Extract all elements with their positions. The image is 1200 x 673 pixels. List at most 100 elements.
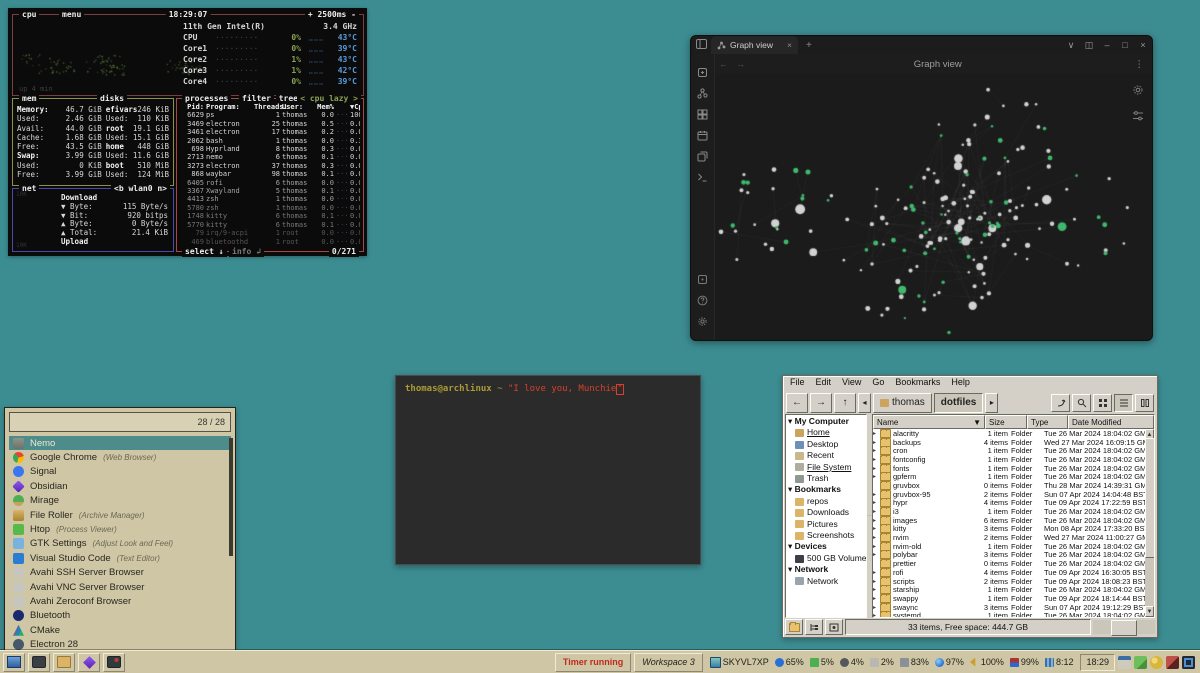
process-row[interactable]: 698Hyprland8thomas0.3····0.0 [180,145,360,153]
dual-pane-button[interactable] [1135,394,1154,412]
expander-icon[interactable]: ▸ [873,473,878,480]
scroll-down-icon[interactable]: ▼ [1145,606,1154,617]
sidebar-item-desktop[interactable]: Desktop [788,439,866,450]
process-row[interactable]: 5780zsh1thomas0.0····0.0 [180,204,360,212]
workspace-indicator[interactable]: Workspace 3 [634,653,703,672]
process-row[interactable]: 2062bash1thomas0.0····0.3 [180,137,360,145]
menu-item-visual-studio-code[interactable]: Visual Studio Code(Text Editor) [9,551,231,565]
stat-disk[interactable]: 83% [900,657,929,667]
forward-button[interactable]: → [810,393,832,413]
process-row[interactable]: 469bluetoothd1root0.0····0.0 [180,238,360,246]
list-view-button[interactable] [1114,394,1133,412]
file-row[interactable]: ▸systemd1 itemFolderTue 26 Mar 2024 18:0… [873,611,1145,617]
tab-menu[interactable]: menu [59,9,84,20]
sidebar-item-file-system[interactable]: File System [788,462,866,473]
process-row[interactable]: 3469electron25thomas0.5····0.0 [180,120,360,128]
stat-ram[interactable]: 2% [870,657,894,667]
file-manager-window[interactable]: FileEditViewGoBookmarksHelp ← → ↑ ◂ thom… [782,375,1158,638]
stat-globe[interactable]: 97% [935,657,964,667]
stat-netgraph[interactable]: 8:12 [1045,657,1074,667]
expander-icon[interactable]: ▸ [873,543,878,550]
process-row[interactable]: 3461electron17thomas0.2····0.0 [180,128,360,136]
maximize-button[interactable]: □ [1116,40,1134,50]
expander-icon[interactable]: ▸ [873,447,878,454]
refresh-interval-control[interactable]: + 2500ms - [305,9,359,20]
process-row[interactable]: 1748kitty6thomas0.1····0.0 [180,212,360,220]
breadcrumb-scroll-left-button[interactable]: ◂ [858,393,871,413]
sidebar-item-recent[interactable]: Recent [788,450,866,461]
menu-help[interactable]: Help [946,377,975,390]
file-row[interactable]: ▸rofi4 itemsFolderTue 09 Apr 2024 16:30:… [873,568,1145,577]
breadcrumb-home[interactable]: thomas [873,393,932,413]
menu-view[interactable]: View [837,377,866,390]
tray-window-icon[interactable] [1118,656,1131,669]
vertical-scrollbar[interactable]: ▲ ▼ [1145,429,1154,617]
column-header-date-modified[interactable]: Date Modified [1068,415,1154,429]
expander-icon[interactable]: ▸ [873,456,878,463]
sidebar-item-trash[interactable]: Trash [788,473,866,484]
help-icon[interactable] [697,295,708,306]
forward-icon[interactable]: → [732,59,749,69]
quick-switcher-icon[interactable] [697,67,708,78]
menu-item-htop[interactable]: Htop(Process Viewer) [9,522,231,536]
expander-icon[interactable]: ▸ [873,551,878,558]
taskbar-clock[interactable]: 18:29 [1080,654,1115,671]
graph-filters-icon[interactable] [1132,110,1144,122]
expander-icon[interactable]: ▸ [873,439,878,446]
file-row[interactable]: ▸nvim2 itemsFolderWed 27 Mar 2024 11:00:… [873,533,1145,542]
menu-bookmarks[interactable]: Bookmarks [890,377,945,390]
scrollbar-thumb[interactable] [1145,438,1155,558]
hscrollbar-thumb[interactable] [1111,620,1137,636]
expander-icon[interactable]: ▸ [873,612,878,617]
process-row[interactable]: 868waybar98thomas0.1····0.0 [180,170,360,178]
expander-icon[interactable]: ▸ [873,595,878,602]
menu-item-google-chrome[interactable]: Google Chrome(Web Browser) [9,450,231,464]
file-row[interactable]: ▸polybar3 itemsFolderTue 26 Mar 2024 18:… [873,551,1145,560]
directory-tree-button[interactable] [805,619,823,635]
tab-graph-view[interactable]: Graph view × [711,36,798,54]
file-row[interactable]: ▸hypr4 itemsFolderTue 09 Apr 2024 17:22:… [873,499,1145,508]
tray-keys-icon[interactable] [1150,656,1163,669]
stat-network-id[interactable]: SKYVL7XP [710,657,769,668]
expander-icon[interactable]: ▸ [873,465,878,472]
stat-battery[interactable]: 5% [810,657,834,667]
tray-red-app-icon[interactable] [1166,656,1179,669]
expander-icon[interactable]: ▸ [873,525,878,532]
obsidian-window[interactable]: Graph view × + ∨ ◫ – □ × [690,35,1153,341]
sidebar-section-my-computer[interactable]: ▾ My Computer [788,416,866,427]
settings-icon[interactable] [697,316,708,327]
file-row[interactable]: ▸fonts1 itemFolderTue 26 Mar 2024 18:04:… [873,464,1145,473]
expander-icon[interactable]: ▸ [873,517,878,524]
file-row[interactable]: ▸alacritty1 itemFolderTue 26 Mar 2024 18… [873,429,1145,438]
sidebar-item-500-gb-volume[interactable]: 500 GB Volume [788,553,866,564]
expander-icon[interactable]: ▸ [873,508,878,515]
process-row[interactable]: 79irq/9-acpi1root0.0····0.0 [180,229,360,237]
file-manager-launcher-button[interactable] [53,653,75,672]
expander-icon[interactable]: ▸ [873,569,878,576]
terminal-window[interactable]: thomas@archlinux ~ "I love you, Munchie" [395,375,701,565]
search-input[interactable]: 28 / 28 [9,412,231,432]
obsidian-titlebar[interactable]: Graph view × + ∨ ◫ – □ × [691,36,1152,54]
places-pane-button[interactable] [785,619,803,635]
app-launcher-menu[interactable]: 28 / 28 NemoGoogle Chrome(Web Browser)Si… [4,407,236,652]
menu-item-avahi-zeroconf-browser[interactable]: Avahi Zeroconf Browser [9,594,231,608]
system-monitor-window[interactable]: cpu menu 18:29:07 + 2500ms - up 4 min 11… [8,8,367,256]
file-row[interactable]: ▸gruvbox-952 itemsFolderSun 07 Apr 2024 … [873,490,1145,499]
menu-item-nemo[interactable]: Nemo [9,436,231,450]
menu-file[interactable]: File [785,377,810,390]
stat-bluetooth[interactable]: 65% [775,657,804,667]
tray-display-icon[interactable] [1182,656,1195,669]
back-icon[interactable]: ← [715,59,732,69]
show-hidden-button[interactable] [825,619,843,635]
left-sidebar-toggle-icon[interactable] [691,39,711,51]
horizontal-scrollbar[interactable] [1093,620,1155,634]
select-hint[interactable]: select ↓ [182,246,227,257]
app-launcher-button-2[interactable] [103,653,125,672]
sidebar-item-repos[interactable]: repos [788,496,866,507]
timer-status-button[interactable]: Timer running [555,653,631,672]
column-header-size[interactable]: Size [985,415,1027,429]
graph-view-icon[interactable] [697,88,708,99]
breadcrumb-scroll-right-button[interactable]: ▸ [985,393,998,413]
graph-canvas-area[interactable] [715,74,1152,340]
terminal-icon[interactable] [697,172,708,183]
